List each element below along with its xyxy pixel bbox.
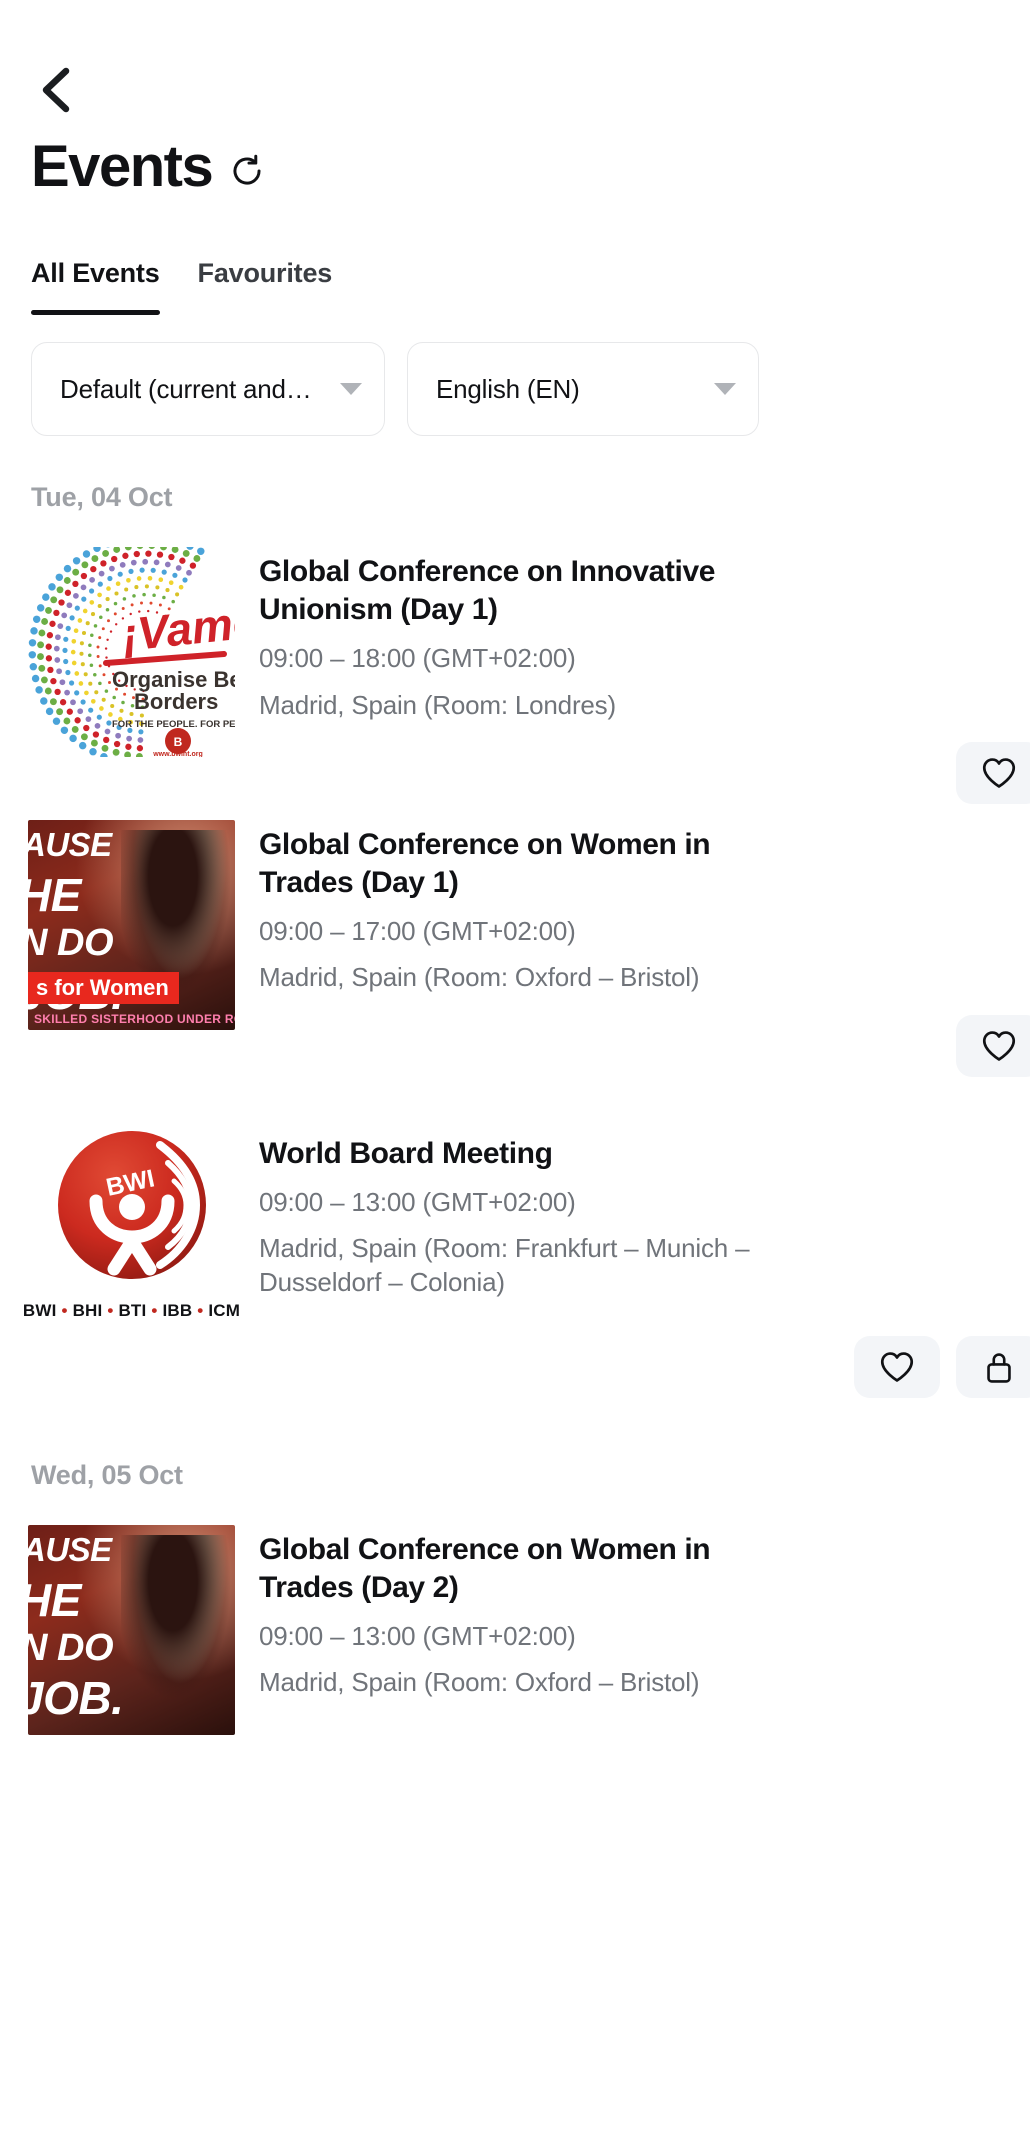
event-location: Madrid, Spain (Room: Oxford – Bristol) [259, 1667, 700, 1698]
event-time: 09:00 – 17:00 (GMT+02:00) [259, 916, 576, 946]
top-bar [0, 0, 1030, 120]
women-img-line3: N DO [28, 921, 114, 964]
women-img-line1: AUSE [28, 825, 112, 863]
heart-icon [982, 1030, 1016, 1061]
event-details: Global Conference on Women in Trades (Da… [259, 820, 1030, 1077]
favourite-button[interactable] [854, 1335, 940, 1398]
events-screen: Events All Events Favourites Default (cu… [0, 0, 1030, 2138]
women-in-trades-image: AUSE HE N DO JOB. [28, 1524, 235, 1735]
event-title: Global Conference on Women in Trades (Da… [259, 827, 711, 899]
svg-text:B: B [174, 735, 183, 749]
event-actions [259, 1300, 1030, 1398]
heart-icon [880, 1351, 914, 1382]
lock-icon [987, 1353, 1011, 1383]
page-header: Events [0, 120, 1030, 196]
event-row[interactable]: BWI BWI • BHI • BTI • IBB • ICM World Bo… [0, 1077, 1030, 1398]
favourite-button[interactable] [956, 1014, 1030, 1077]
women-img-footer: SKILLED SISTERHOOD UNDER ROOFS [34, 1011, 235, 1026]
event-actions [259, 722, 1030, 804]
event-thumbnail: AUSE HE N DO JOB. s for Women SKILLED SI… [28, 819, 235, 1077]
event-time: 09:00 – 13:00 (GMT+02:00) [259, 1620, 576, 1651]
event-details: World Board Meeting 09:00 – 13:00 (GMT+0… [259, 1129, 1030, 1398]
event-title: Global Conference on Innovative Unionism… [259, 555, 716, 627]
event-details: Global Conference on Women in Trades (Da… [259, 1525, 1030, 1735]
women-in-trades-image: AUSE HE N DO JOB. s for Women SKILLED SI… [28, 819, 235, 1030]
event-thumbnail: BWI BWI • BHI • BTI • IBB • ICM [23, 1129, 240, 1398]
sort-dropdown-value: Default (current and… [60, 373, 312, 404]
women-img-line4: JOB. [28, 1671, 124, 1724]
language-dropdown[interactable]: English (EN) [407, 342, 759, 436]
photo-subject [121, 1534, 235, 1715]
women-img-badge: s for Women [28, 971, 179, 1004]
bwi-caption: BWI • BHI • BTI • IBB • ICM [22, 1300, 241, 1320]
chevron-left-icon [42, 67, 70, 113]
event-location: Madrid, Spain (Room: Frankfurt – Munich … [259, 1233, 750, 1298]
event-row[interactable]: AUSE HE N DO JOB. Global Conference on W… [0, 1509, 1030, 1735]
page-title: Events [31, 134, 214, 199]
event-details: Global Conference on Innovative Unionism… [259, 547, 1030, 804]
tab-favourites-label: Favourites [197, 258, 333, 288]
restricted-button[interactable] [956, 1335, 1030, 1398]
vamos-logo: ¡Vamos! Organise Beyond Borders FOR THE … [28, 547, 235, 757]
bwi-logo: BWI [57, 1130, 206, 1279]
language-dropdown-value: English (EN) [436, 373, 580, 404]
women-img-line3: N DO [28, 1626, 114, 1669]
filter-bar: Default (current and… English (EN) [0, 315, 1030, 436]
women-img-line1: AUSE [28, 1530, 112, 1568]
event-thumbnail: AUSE HE N DO JOB. [28, 1524, 235, 1735]
heart-icon [982, 758, 1016, 788]
tab-bar: All Events Favourites [0, 196, 1030, 315]
day-header: Tue, 04 Oct [31, 482, 173, 512]
vamos-title: ¡Vamos! [120, 590, 235, 661]
chevron-down-icon [714, 383, 736, 395]
event-thumbnail: ¡Vamos! Organise Beyond Borders FOR THE … [28, 547, 235, 804]
vamos-url: www.bwint.org [152, 751, 203, 757]
vamos-tagline: FOR THE PEOPLE. FOR PEACE. FOR THE PLANE… [112, 719, 235, 730]
tab-favourites[interactable]: Favourites [198, 258, 333, 315]
event-time: 09:00 – 13:00 (GMT+02:00) [259, 1186, 576, 1217]
sort-dropdown[interactable]: Default (current and… [31, 342, 385, 436]
tab-all-events-label: All Events [31, 258, 160, 288]
vamos-line2: Borders [134, 689, 218, 714]
event-actions [259, 995, 1030, 1077]
event-row[interactable]: AUSE HE N DO JOB. s for Women SKILLED SI… [0, 804, 1030, 1077]
event-title: World Board Meeting [259, 1136, 553, 1170]
back-button[interactable] [30, 62, 86, 118]
chevron-down-icon [340, 383, 362, 395]
event-time: 09:00 – 18:00 (GMT+02:00) [259, 643, 576, 674]
day-header: Wed, 05 Oct [31, 1459, 183, 1490]
tab-all-events[interactable]: All Events [31, 258, 160, 315]
event-row[interactable]: ¡Vamos! Organise Beyond Borders FOR THE … [0, 531, 1030, 804]
event-title: Global Conference on Women in Trades (Da… [259, 1532, 711, 1604]
event-location: Madrid, Spain (Room: Oxford – Bristol) [259, 962, 700, 993]
women-img-line2: HE [28, 868, 81, 921]
women-img-line2: HE [28, 1573, 81, 1626]
refresh-icon[interactable] [230, 154, 264, 188]
event-location: Madrid, Spain (Room: Londres) [259, 689, 616, 720]
favourite-button[interactable] [956, 741, 1030, 804]
